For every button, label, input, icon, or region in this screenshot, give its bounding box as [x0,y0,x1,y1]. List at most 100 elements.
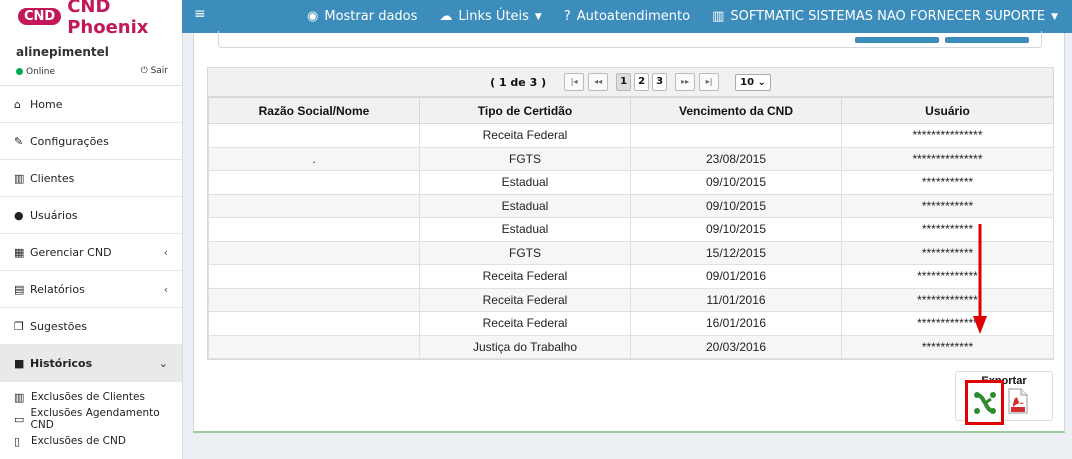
excel-export-button[interactable] [965,380,1004,425]
sidebar-subitem-label: Exclusões Agendamento CND [30,407,160,431]
sidebar-item-relatorios[interactable]: ▤ Relatórios ‹ [0,271,182,308]
cnd-table: Razão Social/Nome Tipo de Certidão Venci… [208,97,1054,359]
page-button-3[interactable]: 3 [652,73,668,91]
table-cell: Estadual [419,170,631,195]
filter-box [218,31,1042,48]
online-dot-icon [16,68,23,75]
table-cell: ************* [841,287,1054,312]
column-header[interactable]: Razão Social/Nome [208,97,420,124]
building-icon: ▥ [712,9,725,24]
sidebar-subitem-exclusoes-cnd[interactable]: ▯ Exclusões de CND [0,430,182,452]
table-row[interactable]: Estadual 09/10/2015 *********** [208,217,1054,242]
caret-down-icon: ▼ [534,11,542,22]
table-cell: *************** [841,123,1054,148]
chevron-down-icon: ⌄ [158,356,168,370]
sidebar-subitem-exclusoes-clientes[interactable]: ▥ Exclusões de Clientes [0,386,182,408]
top-menu-mostrar-dados[interactable]: ◉ Mostrar dados [307,9,417,24]
table-row[interactable]: . FGTS 23/08/2015 *************** [208,146,1054,171]
table-row[interactable]: Receita Federal *************** [208,123,1054,148]
page-size-select[interactable]: 10 ⌄ [735,73,771,91]
table-cell: 09/10/2015 [630,217,842,242]
table-cell: *********** [841,240,1054,265]
sidebar-subitem-label: Exclusões de Clientes [31,391,145,403]
user-icon: ● [14,208,24,222]
table-row[interactable]: Estadual 09/10/2015 *********** [208,193,1054,218]
last-page-button[interactable]: ▸| [699,73,720,91]
sidebar-item-sugestoes[interactable]: ❐ Sugestões [0,308,182,345]
status-label: Online [26,67,56,77]
user-panel: alinepimentel Online ⏻ Sair [0,33,182,86]
caret-down-icon: ▼ [1051,11,1058,22]
sidebar-item-historicos[interactable]: ■ Históricos ⌄ [0,345,182,382]
table-cell: *************** [841,146,1054,171]
table-cell: *********** [841,193,1054,218]
first-page-button[interactable]: |◂ [564,73,585,91]
filter-button-1[interactable] [855,37,939,43]
table-cell [208,170,420,195]
paginator: ( 1 de 3 ) |◂ ◂◂ 1 2 3 ▸▸ ▸| 10 ⌄ [208,68,1053,97]
logo-badge: CND [18,8,62,25]
logout-label: Sair [150,66,168,76]
top-menu-links-uteis[interactable]: ☁ Links Úteis ▼ [439,9,541,24]
table-cell: 16/01/2016 [630,311,842,336]
next-page-button[interactable]: ▸▸ [675,73,696,91]
sidebar-item-label: Home [30,97,63,111]
table-cell [208,123,420,148]
top-menu-empresa[interactable]: ▥ SOFTMATIC SISTEMAS NAO FORNECER SUPORT… [712,9,1058,24]
chevron-left-icon: ‹ [163,282,168,296]
table-cell: Receita Federal [419,264,631,289]
table-row[interactable]: FGTS 15/12/2015 *********** [208,240,1054,265]
page-button-1[interactable]: 1 [616,73,632,91]
table-row[interactable]: Justiça do Trabalho 20/03/2016 *********** [208,334,1054,359]
table-cell: Receita Federal [419,287,631,312]
table-cell: FGTS [419,240,631,265]
pdf-export-button[interactable] [1008,388,1028,418]
cloud-icon: ☁ [439,9,453,24]
app-logo[interactable]: CND CND Phoenix [0,0,182,38]
page-size-value: 10 [740,76,755,88]
table-cell [208,193,420,218]
page-button-2[interactable]: 2 [634,73,650,91]
chevron-left-icon: ‹ [163,245,168,259]
column-header[interactable]: Tipo de Certidão [419,97,631,124]
table-cell: 09/10/2015 [630,193,842,218]
table-cell: Receita Federal [419,123,631,148]
sidebar-item-gerenciar-cnd[interactable]: ▦ Gerenciar CND ‹ [0,234,182,271]
sidebar-item-clientes[interactable]: ▥ Clientes [0,160,182,197]
calendar-icon: ▦ [14,245,25,259]
logout-button[interactable]: ⏻ Sair [141,66,168,76]
table-cell: 09/01/2016 [630,264,842,289]
filter-button-2[interactable] [945,37,1029,43]
top-menu-autoatendimento[interactable]: ? Autoatendimento [564,9,690,24]
eye-icon: ◉ [307,9,319,24]
annotation-arrow-icon [973,224,987,334]
user-status: Online [16,67,55,77]
table-row[interactable]: Estadual 09/10/2015 *********** [208,170,1054,195]
file-icon: ▤ [14,282,25,296]
sidebar-subitem-exclusoes-agendamento[interactable]: ▭ Exclusões Agendamento CND [0,407,182,431]
historicos-submenu: ▥ Exclusões de Clientes ▭ Exclusões Agenda… [0,386,182,452]
table-cell: Justiça do Trabalho [419,334,631,359]
sidebar: CND CND Phoenix alinepimentel Online ⏻ S… [0,0,183,459]
table-cell: 20/03/2016 [630,334,842,359]
top-menu-label: Links Úteis [458,9,529,24]
sidebar-subitem-label: Exclusões de CND [31,435,126,447]
table-row[interactable]: Receita Federal 11/01/2016 ************* [208,287,1054,312]
sidebar-item-usuarios[interactable]: ● Usuários [0,197,182,234]
hamburger-icon[interactable]: ≡ [194,6,206,22]
column-header[interactable]: Usuário [841,97,1054,124]
table-row[interactable]: Receita Federal 09/01/2016 ************* [208,264,1054,289]
table-cell [208,217,420,242]
question-circle-icon: ? [563,9,571,24]
top-menu: ◉ Mostrar dados ☁ Links Úteis ▼ ? Autoat… [307,0,1058,33]
sidebar-item-configuracoes[interactable]: ✎ Configurações [0,123,182,160]
sidebar-item-label: Usuários [30,208,78,222]
sidebar-item-home[interactable]: ⌂ Home [0,86,182,123]
prev-page-button[interactable]: ◂◂ [588,73,609,91]
sidebar-item-label: Configurações [30,134,109,148]
table-row[interactable]: Receita Federal 16/01/2016 ************* [208,311,1054,336]
column-header[interactable]: Vencimento da CND [630,97,842,124]
logo-text: CND Phoenix [67,0,149,38]
archive-icon: ■ [14,356,25,370]
chevron-down-icon: ⌄ [757,76,766,88]
